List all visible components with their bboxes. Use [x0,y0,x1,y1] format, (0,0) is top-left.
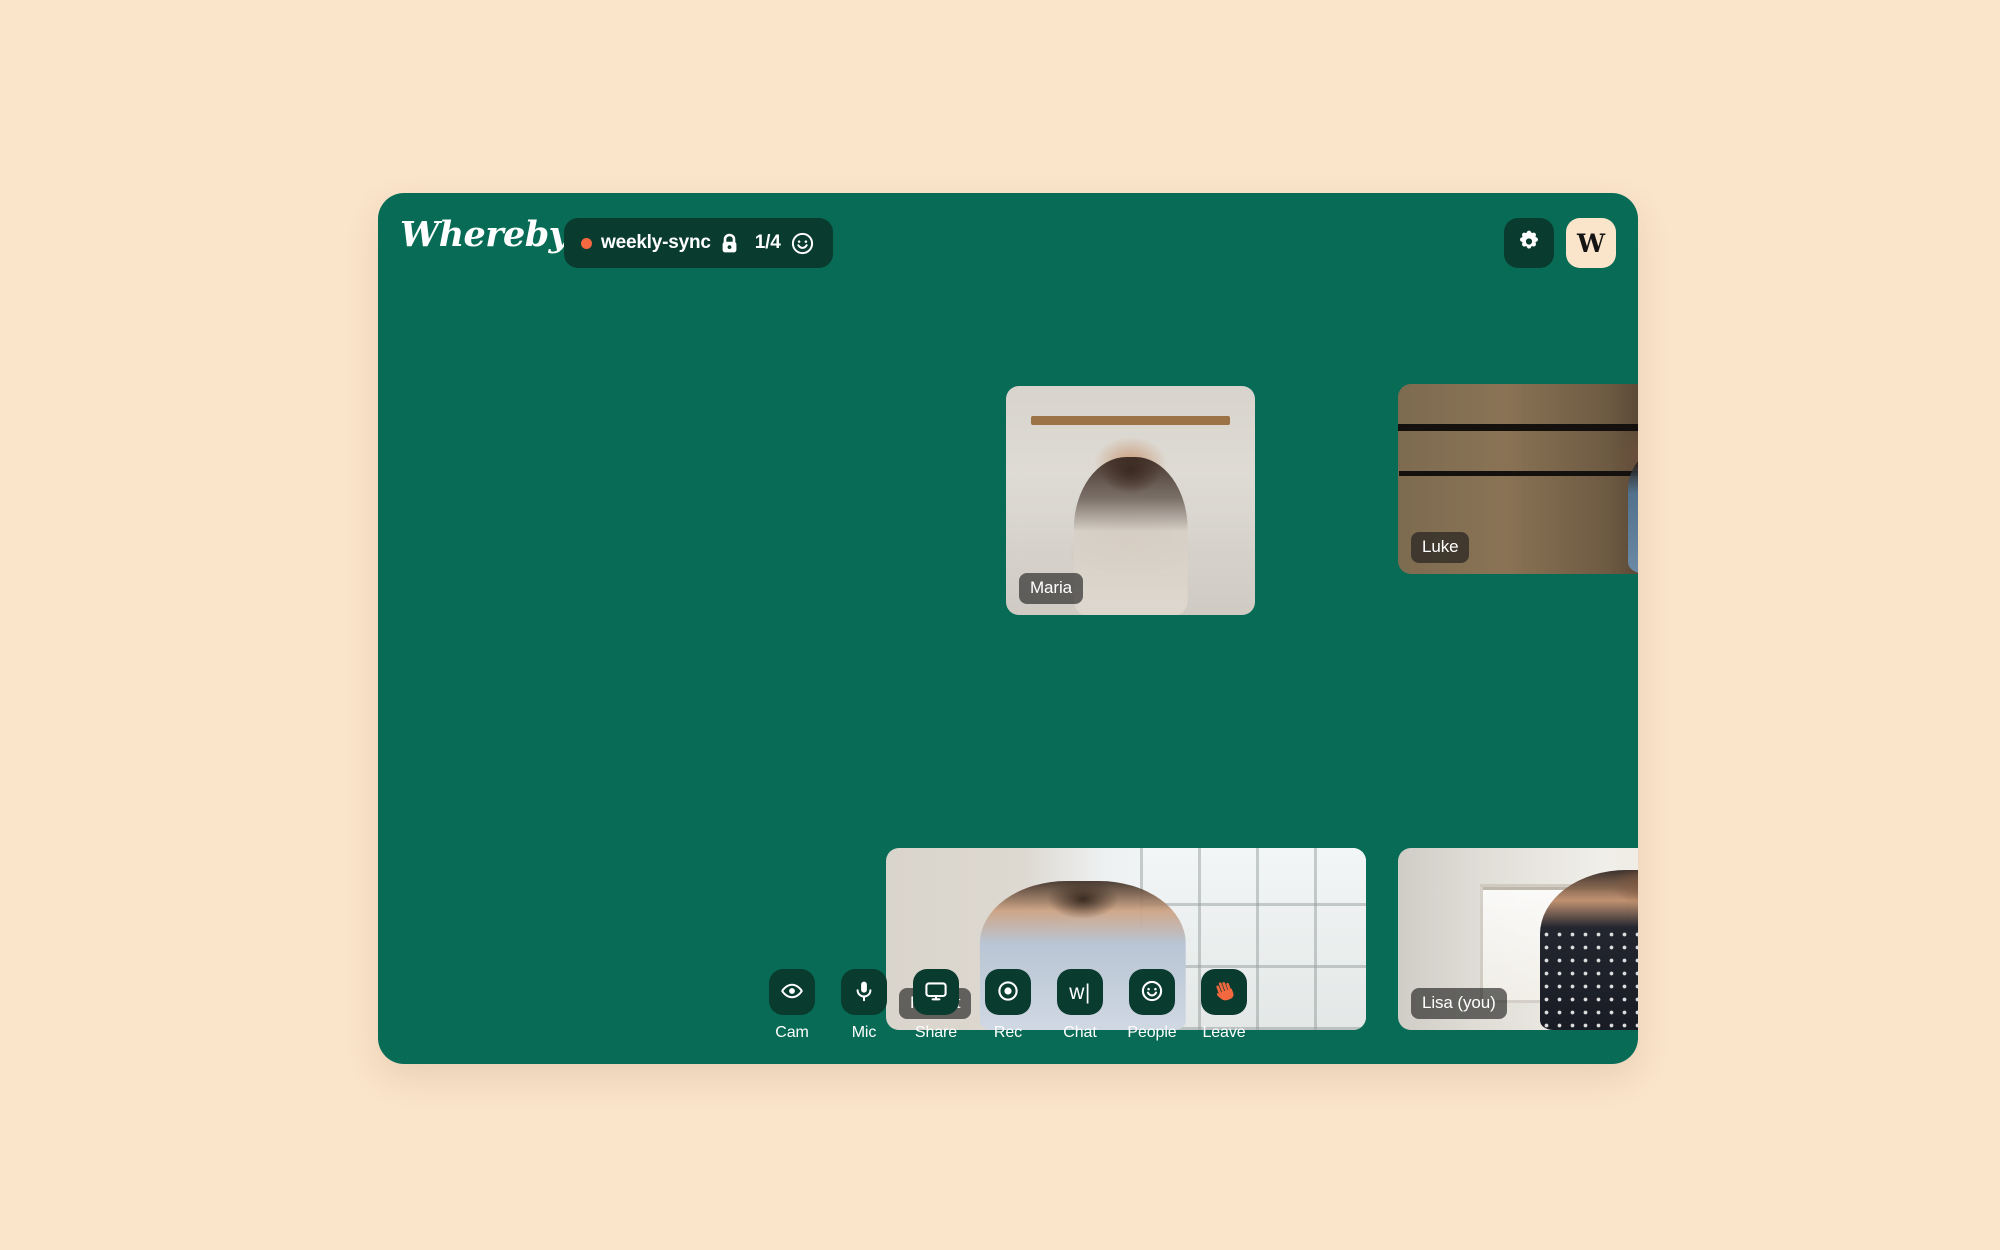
app-header: Whereby weekly-sync 1/4 W [378,193,1638,289]
record-circle-icon [996,979,1020,1006]
lock-icon [720,233,739,254]
settings-button[interactable] [1504,218,1554,268]
toolbar-label-cam: Cam [775,1024,809,1041]
toolbar-item-people[interactable]: People [1121,969,1183,1042]
toolbar-label-mic: Mic [851,1024,877,1041]
record-dot-icon [581,237,592,249]
chat-w-cursor-icon: w| [1069,980,1091,1004]
header-actions: W [1504,218,1616,268]
toolbar-label-rec: Rec [993,1024,1023,1041]
chat-button[interactable]: w| [1057,969,1103,1015]
call-controls-toolbar: Cam Mic Share Rec w| Chat People Leave [378,969,1638,1042]
toolbar-item-mic[interactable]: Mic [833,969,895,1042]
participant-count-label: 1/4 [754,232,781,253]
mic-button[interactable] [841,969,887,1015]
rec-button[interactable] [985,969,1031,1015]
screen-share-icon [924,979,948,1006]
toolbar-item-share[interactable]: Share [905,969,967,1042]
toolbar-label-share: Share [914,1024,958,1041]
people-button[interactable] [1129,969,1175,1015]
cam-button[interactable] [769,969,815,1015]
toolbar-item-cam[interactable]: Cam [761,969,823,1042]
video-tile-maria[interactable]: Maria [1006,386,1255,615]
participant-name-badge: Maria [1019,573,1084,604]
waving-hand-icon [1211,978,1237,1007]
eye-icon [780,979,804,1006]
toolbar-label-chat: Chat [1063,1024,1097,1041]
leave-button[interactable] [1201,969,1247,1015]
microphone-icon [852,979,876,1006]
participant-name-badge: Luke [1411,532,1470,563]
smiley-icon[interactable] [790,232,814,255]
room-info-pill[interactable]: weekly-sync 1/4 [564,218,833,268]
whereby-logo: Whereby [400,214,569,255]
whereby-app-window: Whereby weekly-sync 1/4 W Maria Luke Lis… [378,193,1638,1064]
toolbar-item-rec[interactable]: Rec [977,969,1039,1042]
toolbar-item-chat[interactable]: w| Chat [1049,969,1111,1042]
video-grid: Maria Luke Robert Lisa (you) [378,289,1638,1030]
toolbar-label-people: People [1127,1024,1177,1041]
user-avatar[interactable]: W [1566,218,1616,268]
toolbar-item-leave[interactable]: Leave [1193,969,1255,1042]
share-button[interactable] [913,969,959,1015]
room-name-label: weekly-sync [601,232,711,253]
toolbar-label-leave: Leave [1202,1024,1246,1041]
video-stream-overlay [1539,928,1638,1030]
gear-icon [1516,229,1542,258]
video-tile-luke[interactable]: Luke [1398,384,1638,574]
smiley-people-icon [1140,979,1164,1006]
